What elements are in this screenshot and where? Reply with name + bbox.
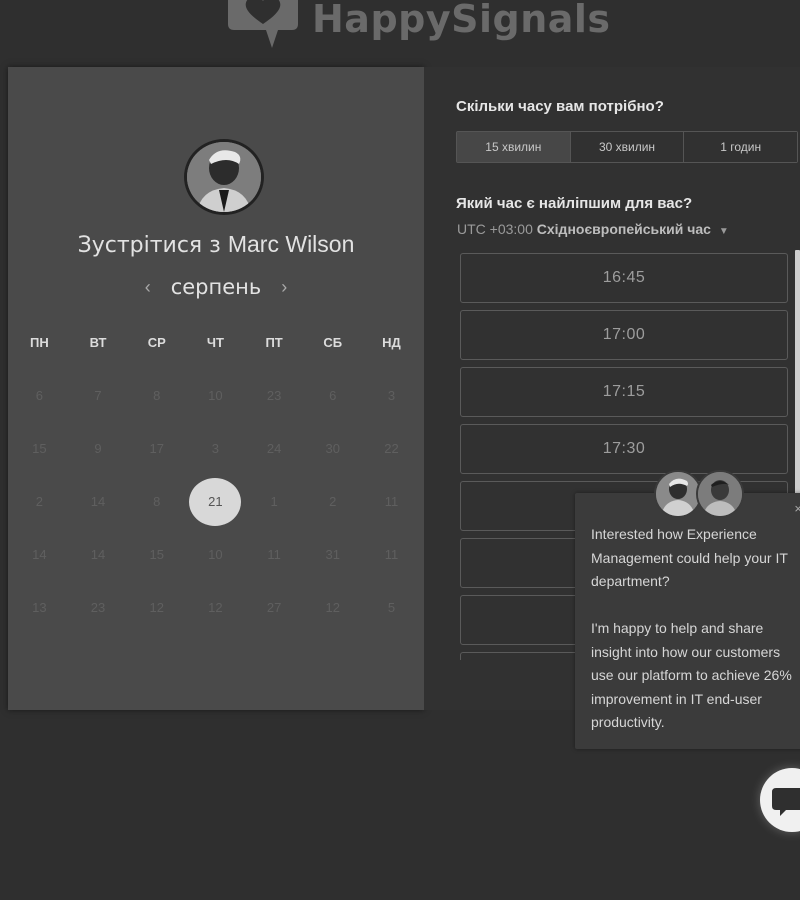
weekday-label: ПН (29, 335, 49, 350)
calendar-day: 10 (208, 547, 223, 562)
chat-agent-avatar (654, 470, 702, 518)
caret-down-icon: ▼ (718, 226, 729, 237)
calendar-day: 10 (208, 388, 223, 403)
calendar-day: 9 (94, 441, 102, 456)
host-heading: Зустрітися з Marc Wilson (8, 231, 424, 258)
calendar-day: 8 (153, 388, 161, 403)
chat-agent-avatars (654, 470, 746, 518)
calendar-panel: Зустрітися з Marc Wilson ‹ серпень › ПН … (8, 67, 424, 710)
selected-day-label: 21 (189, 477, 242, 526)
calendar-day: 14 (90, 547, 106, 562)
calendar-day: 1 (270, 494, 278, 509)
selected-day[interactable]: 21 (186, 475, 245, 528)
host-name: Marc Wilson (227, 231, 355, 257)
calendar-day: 3 (211, 441, 220, 456)
chevron-right-icon[interactable]: › (281, 277, 287, 298)
calendar-days: 6 7 8 10 23 6 3 15 9 17 3 24 30 22 2 14 … (10, 369, 422, 634)
calendar-day: 8 (153, 494, 161, 509)
brand-name: HappySignals (312, 0, 611, 41)
chat-message: Interested how Experience Management cou… (591, 526, 788, 589)
calendar-day: 24 (266, 441, 282, 456)
time-question: Який час є найліпшим для вас? (456, 195, 693, 212)
time-slot[interactable]: 17:15 (460, 367, 788, 417)
host-prefix: Зустрітися з (77, 233, 221, 258)
chevron-left-icon[interactable]: ‹ (145, 277, 151, 298)
weekday-label: СР (147, 335, 166, 350)
timezone-selector[interactable]: UTC +03:00 Східноєвропейський час ▼ (457, 221, 729, 237)
calendar-day: 23 (90, 600, 106, 615)
calendar-day: 5 (387, 600, 396, 615)
calendar-day: 12 (208, 600, 223, 615)
calendar-day: 11 (384, 547, 399, 562)
calendar-day: 7 (94, 388, 102, 403)
duration-selector: 15 хвилин 30 хвилин 1 годин (456, 131, 798, 163)
duration-option-15[interactable]: 15 хвилин (457, 132, 570, 162)
happysignals-logo: HappySignals (226, 0, 611, 52)
calendar-day: 11 (267, 547, 281, 562)
calendar-day: 27 (266, 600, 282, 615)
month-label: серпень (170, 275, 262, 299)
time-slot[interactable]: 17:30 (460, 424, 788, 474)
weekday-label: ЧТ (206, 335, 224, 350)
calendar-day: 14 (90, 494, 106, 509)
calendar-day: 2 (35, 494, 43, 509)
calendar-day: 11 (384, 494, 399, 509)
calendar-day: 12 (149, 600, 164, 615)
chat-launcher-button[interactable] (760, 768, 800, 832)
heart-chat-logo-icon (226, 0, 300, 52)
time-slot[interactable]: 16:45 (460, 253, 788, 303)
time-slot[interactable]: 17:00 (460, 310, 788, 360)
calendar-day: 13 (32, 600, 47, 615)
timezone-offset: UTC +03:00 (457, 221, 533, 237)
chat-bubble-icon (772, 788, 800, 816)
calendar-day: 31 (325, 547, 341, 562)
duration-option-60[interactable]: 1 годин (683, 132, 798, 162)
calendar-day: 17 (149, 441, 164, 456)
calendar-day: 23 (266, 388, 282, 403)
timezone-name: Східноєвропейський час (536, 221, 711, 237)
weekday-label: ВТ (89, 335, 107, 350)
calendar-day: 22 (384, 441, 399, 456)
calendar-day: 30 (325, 441, 341, 456)
duration-option-30[interactable]: 30 хвилин (569, 132, 684, 162)
calendar-day: 12 (325, 600, 341, 615)
weekday-header: ПН ВТ СР ЧТ ПТ СБ НД (10, 335, 422, 350)
calendar-day: 15 (149, 547, 164, 562)
chat-invitation-popup[interactable]: × Interested how Experience Management c… (575, 493, 800, 749)
chat-agent-avatar (696, 470, 744, 518)
calendar-day: 3 (387, 388, 396, 403)
calendar-day: 15 (32, 441, 47, 456)
month-navigation: ‹ серпень › (8, 275, 424, 299)
calendar-day: 14 (32, 547, 47, 562)
calendar-day: 6 (35, 388, 43, 403)
weekday-label: СБ (323, 335, 343, 350)
host-avatar (184, 139, 264, 215)
weekday-label: НД (382, 335, 401, 350)
duration-question: Скільки часу вам потрібно? (456, 98, 664, 115)
calendar-day: 6 (329, 388, 337, 403)
calendar-day: 2 (329, 494, 337, 509)
chat-message: I'm happy to help and share insight into… (591, 620, 792, 730)
close-icon[interactable]: × (794, 501, 800, 516)
weekday-label: ПТ (265, 335, 283, 350)
